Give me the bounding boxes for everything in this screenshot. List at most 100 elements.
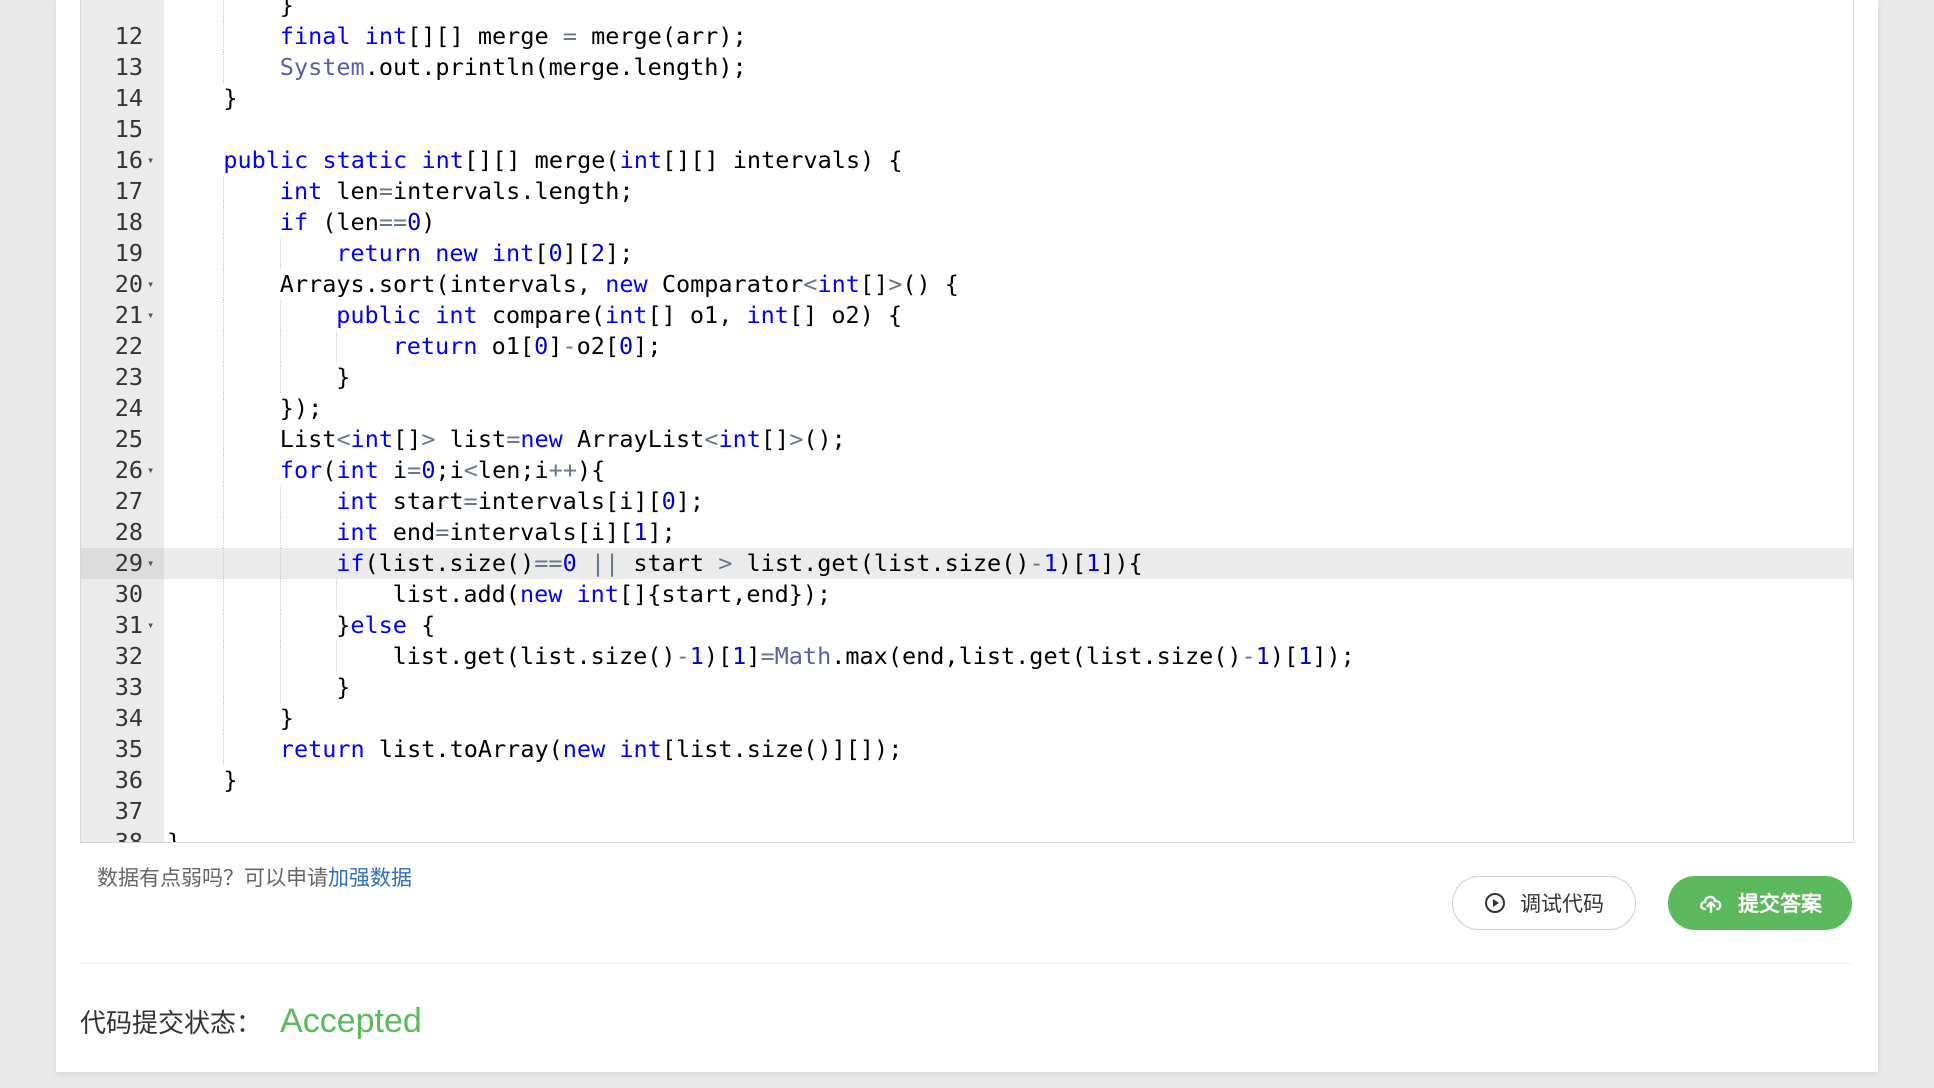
code-line[interactable]: 31 ▾}else { — [81, 610, 1853, 641]
code-line[interactable]: 16 ▾ public static int[][] merge(int[][] i… — [81, 145, 1853, 176]
code-token: [] — [393, 425, 422, 453]
code-token: - — [562, 332, 577, 360]
code-editor[interactable]: } 12 final int[][] merge = merge(arr); 13 Sy… — [80, 0, 1854, 843]
code-token: int — [364, 22, 408, 50]
code-line[interactable]: 17 int len=intervals.length; — [81, 176, 1853, 207]
code-token: } — [336, 611, 351, 639]
code-token: 1 — [633, 518, 648, 546]
code-line[interactable]: 24}); — [81, 393, 1853, 424]
code-token: = — [463, 487, 478, 515]
code-line[interactable]: 37 — [81, 796, 1853, 827]
code-token: 1 — [1255, 642, 1270, 670]
code-line[interactable]: 30 list.add(new int[]{start,end}); — [81, 579, 1853, 610]
fold-arrow-icon[interactable]: ▾ — [147, 269, 154, 300]
code-token: - — [675, 642, 690, 670]
line-number: 27 — [114, 487, 143, 515]
code-token: for — [279, 456, 323, 484]
code-line[interactable]: 26 ▾ for(int i=0;i<len;i++){ — [81, 455, 1853, 486]
code-token: ]; — [675, 487, 705, 515]
code-token: ;i — [435, 456, 464, 484]
fold-arrow-icon[interactable]: ▾ — [147, 455, 154, 486]
line-number: 22 — [114, 332, 143, 360]
code-line[interactable]: 15 — [81, 114, 1853, 145]
code-text: int start=intervals[i][0]; — [167, 486, 704, 517]
line-number: 25 — [114, 425, 143, 453]
code-line[interactable]: 33} — [81, 672, 1853, 703]
code-line[interactable]: 12 final int[][] merge = merge(arr); — [81, 21, 1853, 52]
code-token: < — [336, 425, 351, 453]
code-token: intervals.length; — [393, 177, 634, 205]
code-token: 0 — [421, 456, 436, 484]
code-line[interactable]: 38} — [81, 827, 1853, 842]
code-token: < — [463, 456, 478, 484]
code-token: int — [619, 735, 662, 763]
code-line[interactable]: 13 System.out.println(merge.length); — [81, 52, 1853, 83]
code-line[interactable]: 25 List<int[]> list=new ArrayList<int[]>(… — [81, 424, 1853, 455]
code-token: []{start,end}); — [618, 580, 832, 608]
code-token: [] — [859, 270, 889, 298]
code-line[interactable]: } — [81, 0, 1853, 21]
code-line[interactable]: 18 if (len==0) — [81, 207, 1853, 238]
code-text: } — [167, 0, 294, 21]
fold-arrow-icon[interactable]: ▾ — [147, 548, 154, 579]
code-token: - — [1029, 549, 1044, 577]
code-line[interactable]: 27 int start=intervals[i][0]; — [81, 486, 1853, 517]
code-token: == — [378, 208, 408, 236]
code-token: ArrayList — [576, 425, 705, 453]
code-line[interactable]: 34} — [81, 703, 1853, 734]
code-token: 0 — [534, 332, 549, 360]
code-line[interactable]: 19 return new int[0][2]; — [81, 238, 1853, 269]
fold-arrow-icon[interactable]: ▾ — [147, 300, 154, 331]
submit-answer-button[interactable]: 提交答案 — [1668, 876, 1852, 930]
code-line[interactable]: 28 int end=intervals[i][1]; — [81, 517, 1853, 548]
code-line[interactable]: 32 list.get(list.size()-1)[1]=Math.max(en… — [81, 641, 1853, 672]
submission-status-label: 代码提交状态： — [80, 1009, 263, 1039]
code-line[interactable]: 21 ▾ public int compare(int[] o1, int[] o2… — [81, 300, 1853, 331]
code-token: int — [817, 270, 860, 298]
line-number: 14 — [114, 84, 143, 112]
code-line[interactable]: 35 return list.toArray(new int[list.size(… — [81, 734, 1853, 765]
line-number: 33 — [114, 673, 143, 701]
code-token: )[ — [703, 642, 733, 670]
code-token: merge(arr); — [576, 22, 747, 50]
code-token: list.toArray( — [378, 735, 563, 763]
code-token: ]; — [633, 332, 662, 360]
code-token: )[ — [1057, 549, 1087, 577]
code-token: list.get(list.size() — [732, 549, 1030, 577]
code-token: 0 — [562, 549, 577, 577]
line-number: 12 — [114, 22, 143, 50]
code-line[interactable]: 22 return o1[0]-o2[0]; — [81, 331, 1853, 362]
code-text: } — [167, 672, 350, 703]
line-number: 13 — [114, 53, 143, 81]
code-token: (); — [803, 425, 846, 453]
code-token: 0 — [661, 487, 676, 515]
code-token: ]); — [1312, 642, 1355, 670]
code-text: public int compare(int[] o1, int[] o2) { — [167, 300, 902, 331]
fold-arrow-icon[interactable]: ▾ — [147, 610, 154, 641]
code-text: int end=intervals[i][1]; — [167, 517, 676, 548]
code-line[interactable]: 36} — [81, 765, 1853, 796]
code-token: int — [491, 239, 535, 267]
code-token: [list.size()][]); — [661, 735, 903, 763]
strengthen-data-link[interactable]: 加强数据 — [328, 866, 412, 890]
line-number: 20 — [114, 270, 143, 298]
line-number: 36 — [114, 766, 143, 794]
code-line[interactable]: 20 ▾ Arrays.sort(intervals, new Comparator… — [81, 269, 1853, 300]
code-text: } — [167, 362, 350, 393]
line-number: 24 — [114, 394, 143, 422]
fold-arrow-icon[interactable]: ▾ — [147, 145, 154, 176]
code-token: return — [279, 735, 379, 763]
code-token: 1 — [1298, 642, 1313, 670]
code-token: || — [590, 549, 620, 577]
code-token: } — [279, 0, 294, 19]
line-number: 37 — [114, 797, 143, 825]
code-token: ]; — [647, 518, 676, 546]
code-line[interactable]: 23} — [81, 362, 1853, 393]
line-number: 16 — [114, 146, 143, 174]
code-lines[interactable]: } 12 final int[][] merge = merge(arr); 13 Sy… — [81, 0, 1853, 842]
code-token: [] o2) { — [788, 301, 903, 329]
code-token: Math — [774, 642, 832, 670]
code-line[interactable]: 14} — [81, 83, 1853, 114]
debug-code-button[interactable]: 调试代码 — [1452, 876, 1636, 930]
code-line[interactable]: 29 ▾ if(list.size()==0 || start > list.get… — [81, 548, 1853, 579]
